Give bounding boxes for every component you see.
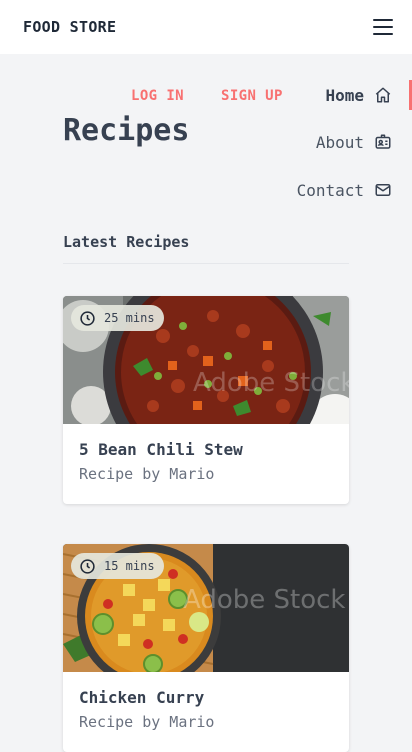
recipe-name[interactable]: Chicken Curry — [79, 688, 333, 707]
svg-text:Adobe Stock: Adobe Stock — [183, 585, 345, 615]
id-card-icon — [374, 133, 392, 151]
time-label: 15 mins — [104, 559, 155, 573]
svg-text:Adobe Stock: Adobe Stock — [193, 368, 349, 398]
nav-item-contact[interactable]: Contact — [272, 173, 412, 207]
mail-icon — [374, 181, 392, 199]
recipe-author: Recipe by Mario — [79, 465, 215, 483]
login-link[interactable]: LOG IN — [131, 88, 184, 104]
home-icon — [374, 86, 392, 104]
recipe-card[interactable]: Adobe Stock 25 mins 5 Bean Chili Stew Re… — [63, 296, 349, 504]
recipe-author: Recipe by Mario — [79, 713, 215, 731]
time-badge: 25 mins — [71, 305, 164, 331]
nav-item-label: Home — [325, 85, 364, 105]
time-badge: 15 mins — [71, 553, 164, 579]
nav-item-about[interactable]: About — [272, 125, 412, 159]
section-title: Latest Recipes — [63, 233, 190, 251]
hamburger-menu-icon[interactable] — [373, 19, 393, 35]
brand-logo[interactable]: FOOD STORE — [23, 18, 116, 36]
time-label: 25 mins — [104, 311, 155, 325]
clock-icon — [80, 310, 95, 326]
recipe-photo-curry: Adobe Stock 15 mins — [63, 544, 349, 672]
recipe-photo-chili: Adobe Stock 25 mins — [63, 296, 349, 424]
recipe-card[interactable]: Adobe Stock 15 mins Chicken Curry Recipe… — [63, 544, 349, 752]
page-title: Recipes — [63, 113, 190, 148]
divider — [63, 263, 349, 264]
recipe-name[interactable]: 5 Bean Chili Stew — [79, 440, 333, 459]
nav-item-label: Contact — [296, 180, 364, 200]
nav-item-label: About — [315, 132, 364, 152]
nav-item-home[interactable]: Home — [272, 78, 412, 112]
top-bar: FOOD STORE — [0, 0, 412, 54]
clock-icon — [80, 558, 95, 574]
